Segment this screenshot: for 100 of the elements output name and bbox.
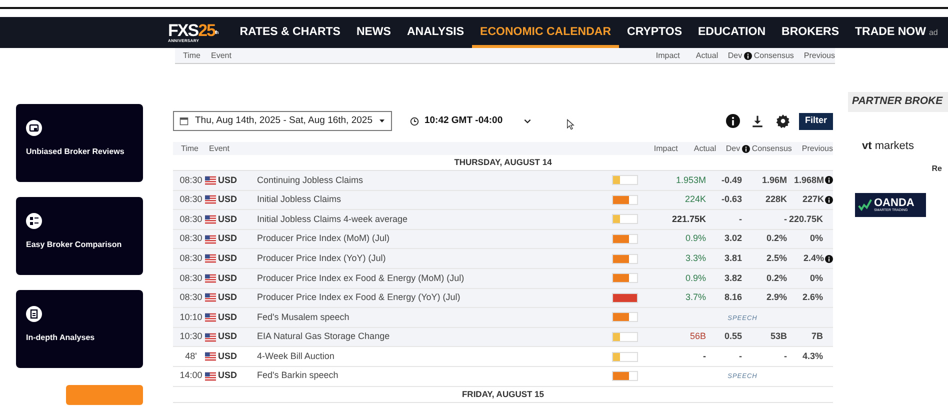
us-flag-icon [205, 234, 216, 245]
previous-value: 0% [810, 272, 823, 285]
currency-code: USD [218, 330, 238, 344]
previous-value: 227K [802, 193, 824, 206]
cursor-icon [566, 118, 577, 130]
event-name: Initial Jobless Claims [257, 193, 342, 206]
info-icon[interactable] [825, 254, 833, 263]
consensus-value: 53B [770, 331, 787, 342]
column-header: Consensus [752, 142, 793, 154]
nav-link[interactable]: CRYPTOS [619, 17, 690, 48]
day-heading: FRIDAY, AUGUST 15 [173, 386, 833, 403]
currency-code: USD [218, 291, 238, 304]
us-flag-icon [205, 272, 216, 284]
event-time: 08:30 [178, 193, 204, 206]
monitor-icon [26, 120, 42, 136]
info-icon[interactable] [825, 176, 833, 184]
card-title: In-depth Analyses [26, 332, 96, 344]
column-header: Previous [804, 50, 835, 62]
info-icon[interactable] [825, 196, 833, 204]
column-header: Previous [802, 142, 833, 154]
previous-value: 2.6% [802, 291, 823, 304]
currency-code: USD [218, 193, 238, 206]
currency-code: USD [218, 252, 238, 265]
currency-code: USD [218, 272, 238, 285]
currency-code: USD [218, 174, 238, 187]
column-header: Impact [654, 142, 679, 154]
previous-value: 0% [810, 232, 823, 246]
column-header: Dev [726, 142, 742, 154]
deviation-value: - [739, 214, 742, 224]
download-icon [751, 114, 764, 128]
nav-link[interactable]: RATES & CHARTS [232, 17, 348, 48]
actual-value: 0.9% [685, 272, 706, 283]
consensus-value: 2.9% [766, 292, 787, 302]
event-name: EIA Natural Gas Storage Change [257, 330, 391, 344]
column-header: Actual [694, 142, 718, 154]
actual-value: - [703, 350, 706, 361]
actual-value: 1.953M [676, 174, 706, 185]
broker-logo[interactable]: vt markets [862, 138, 948, 154]
us-flag-icon [205, 292, 216, 304]
deviation-value: 0.55 [724, 331, 742, 342]
timezone-selector[interactable]: 10:42 GMT -04:00 [404, 112, 538, 130]
us-flag-icon [205, 194, 216, 206]
us-flag-icon [205, 332, 216, 343]
column-header: Dev [728, 50, 744, 62]
us-flag-icon [205, 370, 216, 382]
column-header: Impact [656, 50, 681, 62]
info-icon[interactable] [744, 52, 752, 60]
event-name: Continuing Jobless Claims [257, 174, 364, 187]
deviation-value: 3.02 [724, 233, 742, 244]
event-time: 14:00 [178, 369, 204, 382]
column-header: Event [209, 142, 230, 154]
us-flag-icon [205, 312, 216, 323]
nav-link[interactable]: ANALYSIS [398, 17, 472, 48]
deviation-value: -0.63 [721, 194, 742, 204]
currency-code: USD [218, 369, 238, 382]
us-flag-icon [205, 351, 216, 362]
consensus-value: 0.2% [766, 233, 787, 244]
card-title: Easy Broker Comparison [26, 239, 123, 251]
event-time: 08:30 [178, 291, 204, 304]
feature-card[interactable]: Unbiased Broker Reviews [16, 104, 143, 182]
currency-code: USD [218, 310, 238, 324]
consensus-value: 1.96M [762, 174, 787, 185]
event-name: Initial Jobless Claims 4-week average [257, 212, 409, 226]
event-name: 4-Week Bill Auction [257, 350, 336, 363]
column-header: Actual [696, 50, 720, 62]
actual-value: 0.9% [685, 233, 706, 244]
event-time: 08:30 [178, 252, 204, 265]
feature-card[interactable]: In-depth Analyses [16, 290, 143, 368]
settings-icon [776, 114, 790, 128]
previous-value: 2.4% [803, 252, 824, 265]
nav-link[interactable]: BROKERS [774, 17, 848, 48]
event-time: 48' [184, 350, 198, 363]
event-name: Producer Price Index ex Food & Energy (YoY) (Jul) [257, 291, 462, 304]
info-icon [726, 114, 740, 128]
nav-link[interactable]: EDUCATION [690, 17, 774, 48]
info-icon[interactable] [742, 144, 750, 152]
deviation-value: - [739, 350, 742, 361]
nav-link[interactable]: NEWS [348, 17, 399, 48]
date-range-picker[interactable]: Thu, Aug 14th, 2025 - Sat, Aug 16th, 2025 [173, 111, 392, 131]
consensus-value: 228K [765, 194, 787, 204]
deviation-value: 3.82 [724, 272, 742, 283]
chevron-icon [522, 116, 532, 126]
feature-card[interactable]: Easy Broker Comparison [16, 197, 143, 275]
document-icon [26, 306, 42, 322]
filter-button[interactable]: Filter [798, 112, 833, 130]
event-name: Fed's Barkin speech [257, 369, 340, 382]
clock-icon [410, 116, 420, 126]
actual-value: 221.75K [672, 214, 706, 224]
deviation-value: 8.16 [724, 292, 742, 302]
caret-icon [378, 117, 386, 125]
nav-link[interactable]: TRADE NOW ad [847, 17, 946, 48]
previous-value: 7B [811, 330, 823, 344]
currency-code: USD [218, 232, 238, 246]
column-header: Time [182, 50, 202, 62]
column-header: Consensus [754, 50, 795, 62]
us-flag-icon [205, 214, 216, 225]
actual-value: 3.7% [685, 292, 706, 302]
us-flag-icon [205, 174, 216, 186]
event-time: 08:30 [178, 232, 204, 246]
event-time: 10:30 [178, 330, 204, 344]
